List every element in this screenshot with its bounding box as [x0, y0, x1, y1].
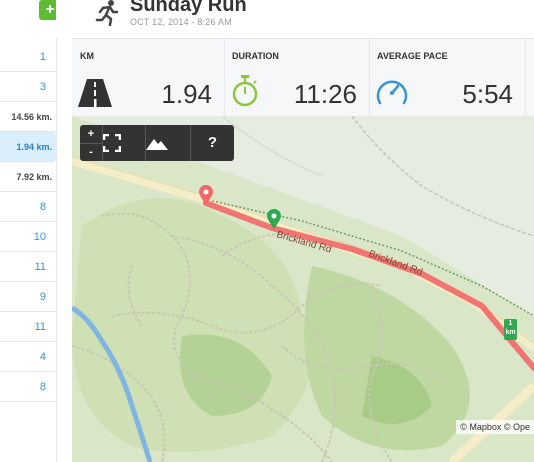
- list-item[interactable]: 11: [0, 312, 56, 342]
- map-attribution[interactable]: © Mapbox © Ope: [456, 420, 534, 434]
- zoom-in-button[interactable]: +: [80, 125, 102, 144]
- fullscreen-button[interactable]: [103, 125, 146, 161]
- terrain-button[interactable]: [146, 125, 191, 161]
- km-marker-unit: km: [505, 329, 516, 336]
- stat-label: KM: [80, 51, 94, 61]
- stat-value: 11:26: [293, 79, 357, 109]
- stat-label: AVERAGE PACE: [377, 51, 448, 61]
- list-item[interactable]: 7.92 km.: [0, 162, 56, 192]
- road-icon: [78, 79, 112, 107]
- zoom-control: + -: [80, 125, 103, 161]
- help-button[interactable]: ?: [191, 125, 234, 161]
- stat-distance: KM 1.94: [72, 39, 225, 117]
- list-item-selected[interactable]: 1.94 km.: [0, 132, 56, 162]
- stat-value: 1.94: [161, 79, 212, 109]
- stat-value: 5:54: [462, 79, 513, 109]
- mountain-icon: [146, 139, 168, 150]
- stat-label: DURATION: [232, 51, 279, 61]
- stats-bar: KM 1.94 DURATION 11:26 AVERAGE PACE 5:54: [72, 38, 534, 118]
- activity-title: Sunday Run: [130, 0, 247, 16]
- runner-icon: [95, 0, 119, 26]
- km-marker-number: 1: [508, 320, 513, 327]
- stat-duration: DURATION 11:26: [224, 39, 370, 117]
- list-item[interactable]: 1: [0, 42, 56, 72]
- activity-header: Sunday Run OCT 12, 2014 - 8:26 AM: [56, 0, 534, 38]
- list-item[interactable]: 9: [0, 282, 56, 312]
- route-map[interactable]: Brickland Rd Brickland Rd + - ? 1 km © M…: [72, 116, 534, 462]
- map-canvas[interactable]: Brickland Rd Brickland Rd: [72, 116, 534, 462]
- list-item[interactable]: 14.56 km.: [0, 102, 56, 132]
- list-item[interactable]: 4: [0, 342, 56, 372]
- activity-sidebar: + 1 3 14.56 km. 1.94 km. 7.92 km. 8 10 1…: [0, 0, 61, 462]
- list-item[interactable]: 11: [0, 252, 56, 282]
- stat-pace: AVERAGE PACE 5:54: [369, 39, 526, 117]
- activity-date: OCT 12, 2014 - 8:26 AM: [130, 17, 232, 27]
- list-item[interactable]: 8: [0, 192, 56, 222]
- list-item[interactable]: 10: [0, 222, 56, 252]
- speedometer-icon: [376, 80, 408, 105]
- zoom-out-button[interactable]: -: [80, 143, 102, 161]
- map-toolbar: + - ?: [80, 125, 234, 161]
- stopwatch-icon: [232, 75, 258, 107]
- activity-list: 1 3 14.56 km. 1.94 km. 7.92 km. 8 10 11 …: [0, 42, 56, 402]
- fullscreen-icon: [103, 134, 121, 152]
- km-marker: 1 km: [504, 319, 517, 340]
- list-item[interactable]: 3: [0, 72, 56, 102]
- list-item[interactable]: 8: [0, 372, 56, 402]
